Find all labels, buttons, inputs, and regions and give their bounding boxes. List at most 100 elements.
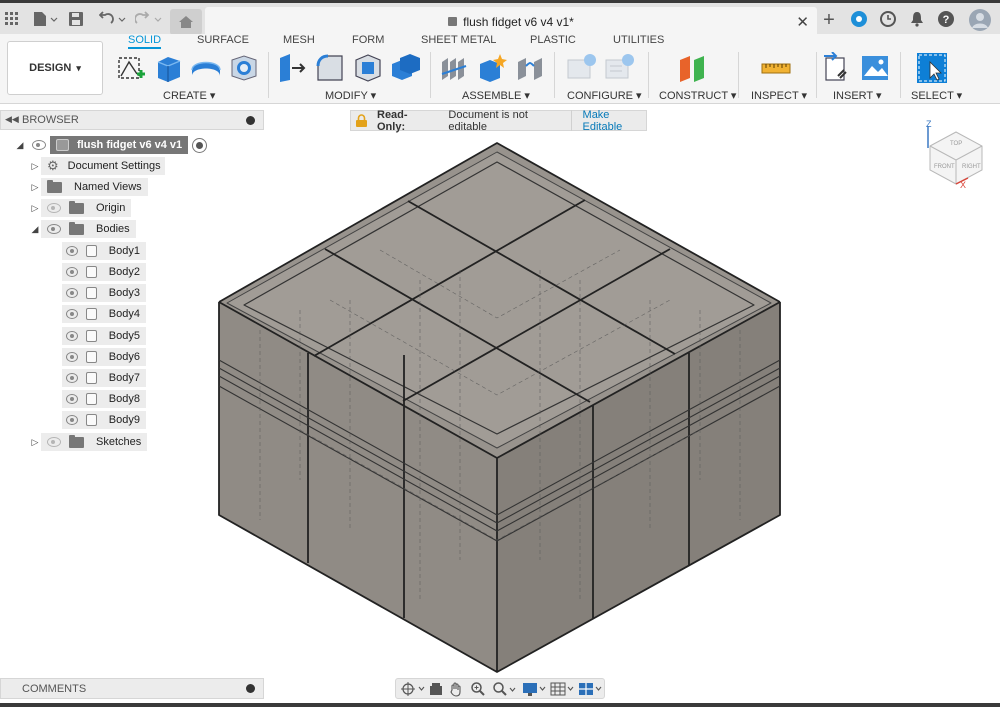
undo-icon[interactable]: [98, 9, 128, 29]
expand-toggle-icon[interactable]: ▷: [29, 161, 41, 172]
tab-sheet-metal[interactable]: SHEET METAL: [421, 34, 496, 46]
zoom-icon[interactable]: [470, 681, 486, 697]
bodies-row[interactable]: Bodies: [41, 220, 136, 238]
tree-item-body[interactable]: Body6: [62, 348, 146, 366]
tab-form[interactable]: FORM: [352, 34, 384, 46]
configure-menu[interactable]: CONFIGURE ▾: [567, 89, 642, 102]
fillet-icon[interactable]: [314, 52, 346, 84]
file-icon[interactable]: [30, 9, 60, 29]
tree-item-body[interactable]: Body1: [62, 242, 146, 260]
create-sketch-icon[interactable]: [115, 52, 147, 84]
shell-icon[interactable]: [352, 52, 384, 84]
insert-canvas-icon[interactable]: [860, 52, 892, 84]
expand-toggle-icon[interactable]: ◢: [14, 140, 26, 151]
close-icon[interactable]: ✕: [796, 13, 809, 31]
document-tab[interactable]: flush fidget v6 v4 v1* ✕: [205, 7, 817, 37]
bell-icon[interactable]: [907, 9, 927, 29]
minimize-panel-icon[interactable]: [246, 116, 255, 125]
tree-item-document-settings[interactable]: ▷ ⚙ Document Settings: [29, 157, 165, 175]
orbit-icon[interactable]: [400, 681, 426, 697]
fit-icon[interactable]: [492, 681, 518, 697]
eye-icon[interactable]: [66, 309, 78, 319]
select-icon[interactable]: [916, 52, 948, 84]
eye-icon[interactable]: [66, 288, 78, 298]
browser-panel-header[interactable]: ◀◀ BROWSER: [0, 110, 264, 130]
avatar[interactable]: [968, 8, 992, 32]
tab-surface[interactable]: SURFACE: [197, 34, 249, 46]
tab-solid[interactable]: SOLID: [128, 34, 162, 49]
offset-plane-icon[interactable]: [676, 52, 708, 84]
tab-plastic[interactable]: PLASTIC: [530, 34, 576, 46]
display-settings-icon[interactable]: [522, 681, 548, 697]
extrude-icon[interactable]: [152, 52, 184, 84]
tree-item-bodies[interactable]: ◢ Bodies: [29, 220, 136, 238]
inspect-menu[interactable]: INSPECT ▾: [751, 89, 807, 102]
comments-panel-header[interactable]: COMMENTS: [0, 678, 264, 699]
save-icon[interactable]: [66, 9, 86, 29]
eye-icon[interactable]: [66, 246, 78, 256]
sketches-row[interactable]: Sketches: [41, 433, 148, 451]
expand-toggle-icon[interactable]: ◢: [29, 224, 41, 235]
viewcube-top-label[interactable]: TOP: [950, 141, 962, 147]
look-at-icon[interactable]: [428, 681, 444, 697]
new-component-icon[interactable]: [438, 52, 470, 84]
hole-icon[interactable]: [228, 52, 260, 84]
combine-icon[interactable]: [390, 52, 422, 84]
make-editable-button[interactable]: Make Editable: [583, 109, 646, 133]
eye-icon[interactable]: [66, 394, 78, 404]
insert-menu[interactable]: INSERT ▾: [833, 89, 882, 102]
press-pull-icon[interactable]: [276, 52, 308, 84]
model-viewport[interactable]: [200, 130, 800, 680]
tree-item-body[interactable]: Body3: [62, 284, 146, 302]
eye-off-icon[interactable]: [47, 203, 61, 213]
expand-toggle-icon[interactable]: ▷: [29, 182, 41, 193]
tree-item-body[interactable]: Body2: [62, 263, 146, 281]
settings-row[interactable]: ⚙ Document Settings: [41, 157, 165, 175]
eye-icon[interactable]: [66, 331, 78, 341]
configure-table-icon[interactable]: [566, 52, 598, 84]
configure-rules-icon[interactable]: [604, 52, 636, 84]
eye-off-icon[interactable]: [47, 437, 61, 447]
measure-icon[interactable]: [760, 52, 792, 84]
revolve-icon[interactable]: [190, 52, 222, 84]
tree-item-body[interactable]: Body8: [62, 390, 146, 408]
construct-menu[interactable]: CONSTRUCT ▾: [659, 89, 736, 102]
viewports-icon[interactable]: [578, 681, 604, 697]
viewcube-front-label[interactable]: FRONT: [934, 164, 955, 170]
modify-menu[interactable]: MODIFY ▾: [325, 89, 376, 102]
grid-settings-icon[interactable]: [550, 681, 576, 697]
tree-item-sketches[interactable]: ▷ Sketches: [29, 433, 148, 451]
viewcube-right-label[interactable]: RIGHT: [962, 164, 981, 170]
tree-item-body[interactable]: Body5: [62, 327, 146, 345]
tab-mesh[interactable]: MESH: [283, 34, 315, 46]
expand-toggle-icon[interactable]: ▷: [29, 203, 41, 214]
create-menu[interactable]: CREATE ▾: [163, 89, 215, 102]
eye-icon[interactable]: [66, 267, 78, 277]
named-views-row[interactable]: Named Views: [41, 178, 148, 196]
select-menu[interactable]: SELECT ▾: [911, 89, 962, 102]
clock-icon[interactable]: [878, 9, 898, 29]
pan-icon[interactable]: [448, 681, 464, 697]
view-cube[interactable]: Z X TOP FRONT RIGHT: [920, 118, 990, 190]
home-icon[interactable]: [170, 9, 202, 35]
assemble-menu[interactable]: ASSEMBLE ▾: [462, 89, 530, 102]
insert-derive-icon[interactable]: [822, 52, 854, 84]
tree-item-origin[interactable]: ▷ Origin: [29, 199, 132, 217]
joint-icon[interactable]: [476, 52, 508, 84]
collapse-left-icon[interactable]: ◀◀: [5, 114, 19, 125]
grid-icon[interactable]: [2, 9, 22, 29]
visibility-toggle[interactable]: [26, 136, 50, 154]
plus-icon[interactable]: +: [818, 9, 840, 31]
root-component[interactable]: flush fidget v6 v4 v1: [50, 136, 189, 154]
expand-toggle-icon[interactable]: ▷: [29, 437, 41, 448]
expand-panel-icon[interactable]: [246, 684, 255, 693]
eye-icon[interactable]: [66, 373, 78, 383]
tree-root[interactable]: ◢ flush fidget v6 v4 v1: [14, 136, 208, 154]
redo-icon[interactable]: [134, 9, 164, 29]
tree-item-named-views[interactable]: ▷ Named Views: [29, 178, 148, 196]
tree-item-body[interactable]: Body4: [62, 305, 146, 323]
eye-icon[interactable]: [66, 352, 78, 362]
extensions-icon[interactable]: [849, 9, 869, 29]
origin-row[interactable]: Origin: [41, 199, 132, 217]
as-built-joint-icon[interactable]: [514, 52, 546, 84]
